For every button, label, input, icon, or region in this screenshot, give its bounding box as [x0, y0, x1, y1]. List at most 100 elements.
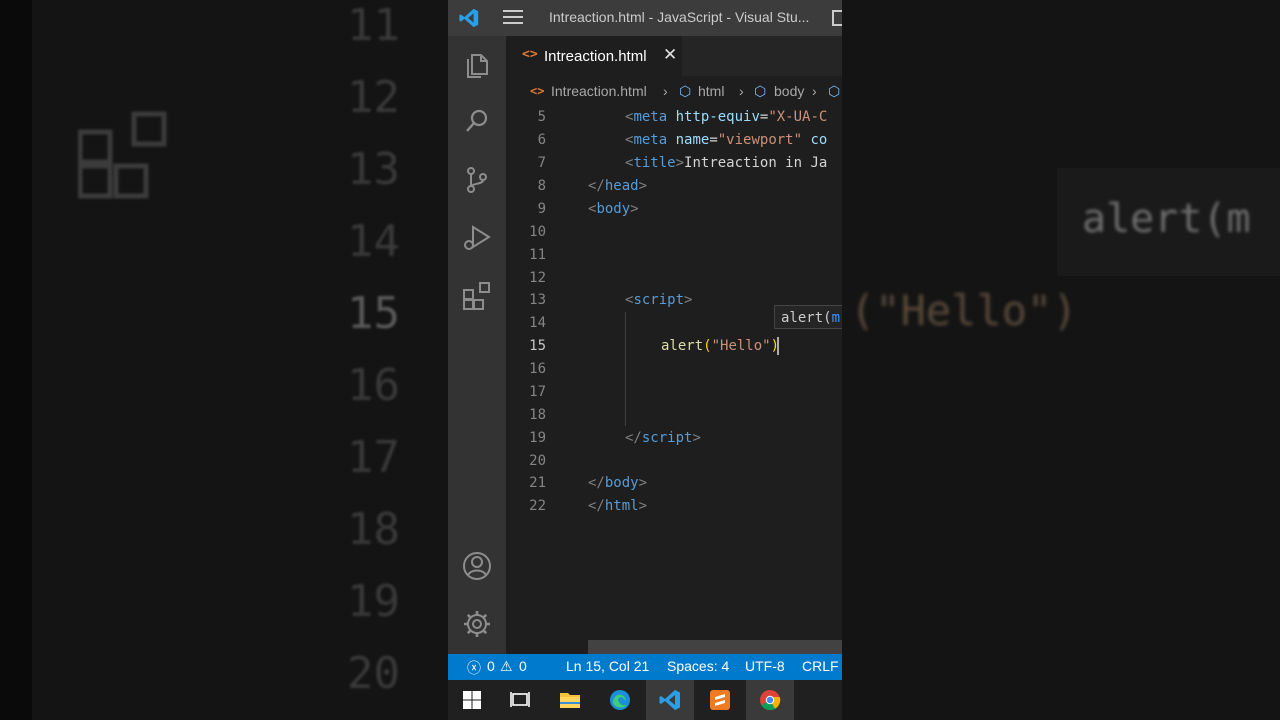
code-line: 6 <meta name="viewport" co — [506, 129, 842, 151]
extensions-icon[interactable] — [461, 280, 493, 312]
attr-name: co — [810, 132, 828, 148]
line-number: 22 — [529, 498, 546, 514]
background-right-blur: alert(m ("Hello") — [842, 0, 1280, 720]
vscode-icon — [659, 690, 680, 710]
bg-line-number: 20 — [347, 648, 400, 699]
file-explorer-taskbar[interactable] — [546, 680, 594, 720]
close-icon[interactable]: ✕ — [663, 45, 677, 65]
error-icon[interactable]: ⓧ — [467, 658, 481, 678]
bg-line-number: 15 — [347, 288, 400, 339]
warning-icon[interactable]: ⚠ — [500, 658, 513, 675]
breadcrumb-html[interactable]: html — [698, 83, 724, 99]
title-text: Intreaction in Ja — [684, 155, 828, 171]
code-line: 8 </head> — [506, 175, 842, 197]
attr-name: name — [675, 132, 710, 148]
bg-line-number: 13 — [347, 144, 400, 195]
attr-value: "viewport" — [717, 132, 803, 148]
tab-intreaction-html[interactable]: <> Intreaction.html ✕ — [506, 36, 682, 76]
folder-icon — [560, 693, 580, 708]
explorer-icon[interactable] — [461, 50, 493, 82]
line-number: 19 — [529, 430, 546, 446]
breadcrumb-body[interactable]: body — [774, 83, 804, 99]
code-line: 12 — [506, 267, 842, 289]
html-file-icon: <> — [530, 84, 545, 98]
tag-name: html — [604, 498, 639, 514]
source-control-icon[interactable] — [461, 164, 493, 196]
sublime-taskbar[interactable] — [696, 680, 744, 720]
symbol-element-icon: ⬡ — [754, 83, 767, 99]
code-line: 18 — [506, 404, 842, 426]
background-hint-text: alert(m — [1082, 196, 1251, 242]
code-line: 19 </script> — [506, 427, 842, 449]
line-number: 17 — [529, 384, 546, 400]
line-number: 18 — [529, 407, 546, 423]
line-number: 6 — [537, 132, 546, 148]
horizontal-scrollbar[interactable] — [588, 640, 842, 654]
run-debug-icon[interactable] — [461, 222, 493, 254]
edge-browser-icon — [610, 690, 630, 710]
line-number: 9 — [537, 201, 546, 217]
bg-line-number: 19 — [347, 576, 400, 627]
chrome-taskbar[interactable] — [746, 680, 794, 720]
encoding-setting[interactable]: UTF-8 — [745, 658, 785, 674]
tag-name: head — [604, 178, 639, 194]
tag-name: script — [641, 430, 693, 446]
layout-icon[interactable] — [832, 10, 842, 26]
cursor-position[interactable]: Ln 15, Col 21 — [566, 658, 649, 674]
edge-taskbar[interactable] — [596, 680, 644, 720]
code-line: 10 — [506, 221, 842, 243]
tab-label: Intreaction.html — [544, 48, 647, 65]
background-strip — [0, 0, 32, 720]
extensions-icon-blurred — [78, 111, 167, 199]
background-left-blur: 11 12 13 14 15 16 17 18 19 20 — [0, 0, 448, 720]
vscode-window: Intreaction.html - JavaScript - Visual S… — [448, 0, 842, 720]
line-ending-setting[interactable]: CRLF — [802, 658, 839, 674]
code-line: 20 — [506, 450, 842, 472]
tag-name: title — [633, 155, 676, 171]
background-line-numbers: 11 12 13 14 15 16 17 18 19 20 — [300, 0, 400, 710]
code-line: 21 </body> — [506, 472, 842, 494]
breadcrumb-file[interactable]: Intreaction.html — [551, 83, 647, 99]
parameter-hint-text: alert( — [781, 310, 832, 326]
line-number: 15 — [529, 338, 546, 354]
symbol-element-icon: ⬡ — [828, 83, 841, 99]
bg-line-number: 18 — [347, 504, 400, 555]
chevron-right-icon: › — [739, 83, 744, 99]
activity-bar — [448, 36, 506, 654]
code-line: 9 <body> — [506, 198, 842, 220]
code-line-current: 15 alert("Hello") — [506, 335, 842, 357]
title-bar: Intreaction.html - JavaScript - Visual S… — [448, 0, 842, 36]
task-view-button[interactable] — [496, 680, 544, 720]
parameter-hint-popup: alert(m — [774, 305, 842, 329]
account-icon[interactable] — [461, 550, 493, 582]
menu-icon[interactable] — [503, 10, 523, 26]
code-line: 5 <meta http-equiv="X-UA-C — [506, 106, 842, 128]
line-number: 12 — [529, 270, 546, 286]
tag-name: script — [633, 292, 685, 308]
line-number: 14 — [529, 315, 546, 331]
sublime-text-icon — [710, 690, 730, 710]
string-literal: "Hello" — [711, 338, 771, 354]
code-editor[interactable]: 5 <meta http-equiv="X-UA-C 6 <meta name=… — [506, 104, 842, 640]
status-bar: ⓧ 0 ⚠ 0 Ln 15, Col 21 Spaces: 4 UTF-8 CR… — [448, 654, 842, 680]
indentation-setting[interactable]: Spaces: 4 — [667, 658, 729, 674]
error-count[interactable]: 0 — [487, 658, 495, 674]
bg-line-number: 16 — [347, 360, 400, 411]
html-file-icon: <> — [522, 47, 538, 62]
vscode-logo-icon — [459, 8, 479, 28]
bg-line-number: 11 — [347, 0, 400, 51]
search-icon[interactable] — [461, 106, 493, 138]
bg-line-number: 17 — [347, 432, 400, 483]
chevron-right-icon: › — [663, 83, 668, 99]
line-number: 21 — [529, 475, 546, 491]
editor-tabs: <> Intreaction.html ✕ — [506, 36, 842, 76]
line-number: 10 — [529, 224, 546, 240]
code-line: 22 </html> — [506, 495, 842, 517]
warning-count[interactable]: 0 — [519, 658, 527, 674]
tag-name: body — [604, 475, 639, 491]
settings-gear-icon[interactable] — [461, 608, 493, 640]
start-button[interactable] — [448, 680, 496, 720]
vscode-taskbar[interactable] — [646, 680, 694, 720]
line-number: 13 — [529, 292, 546, 308]
task-view-icon — [510, 692, 530, 707]
